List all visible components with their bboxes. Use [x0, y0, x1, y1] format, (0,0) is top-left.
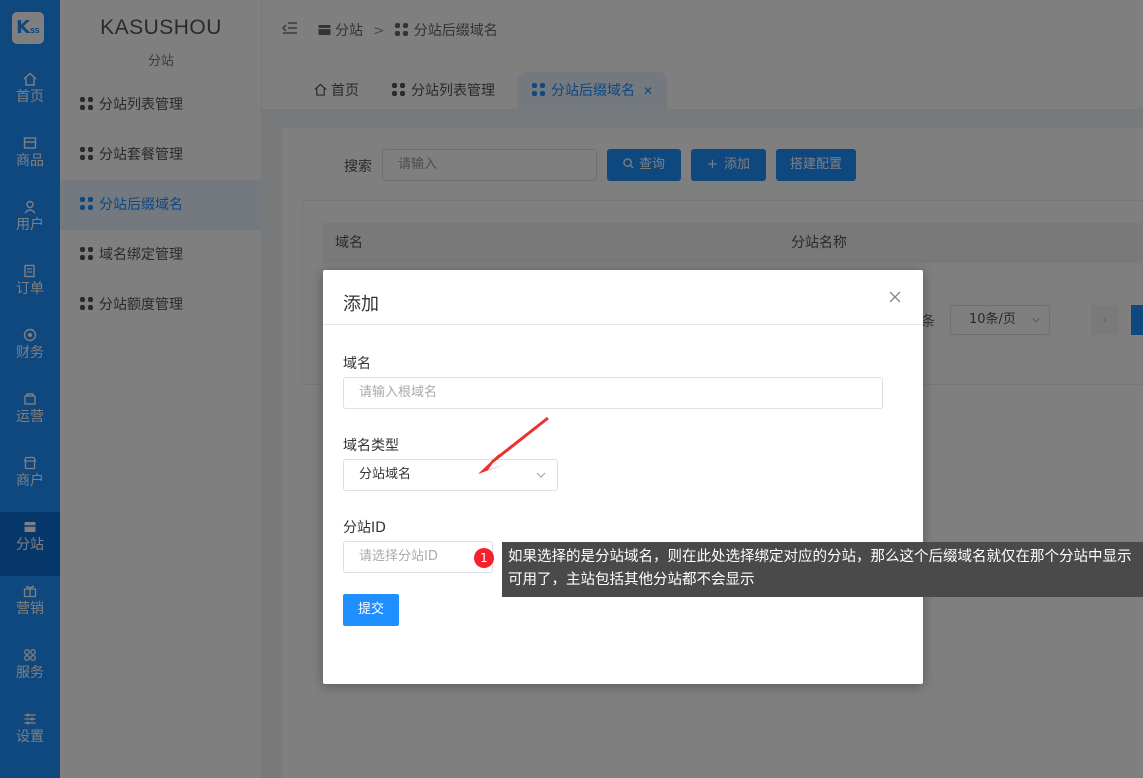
substation-id-select[interactable]: 请选择分站ID: [343, 541, 493, 573]
domain-type-label: 域名类型: [343, 438, 399, 454]
domain-type-value: 分站域名: [359, 467, 412, 482]
submit-button[interactable]: 提交: [343, 594, 399, 626]
annotation-badge: 1: [474, 548, 494, 568]
dialog-divider: [323, 324, 923, 325]
dialog-title: 添加: [343, 294, 379, 315]
domain-label: 域名: [343, 356, 371, 372]
domain-input[interactable]: 请输入根域名: [343, 377, 883, 409]
substation-id-label: 分站ID: [343, 520, 386, 536]
close-icon[interactable]: [888, 290, 902, 304]
add-dialog: 添加 域名 请输入根域名 域名类型 分站域名 分站ID 请选择分站ID 提交: [323, 270, 923, 684]
annotation-arrow: [478, 416, 549, 474]
annotation-tooltip: 如果选择的是分站域名，则在此处选择绑定对应的分站，那么这个后缀域名就仅在那个分站…: [502, 542, 1143, 597]
